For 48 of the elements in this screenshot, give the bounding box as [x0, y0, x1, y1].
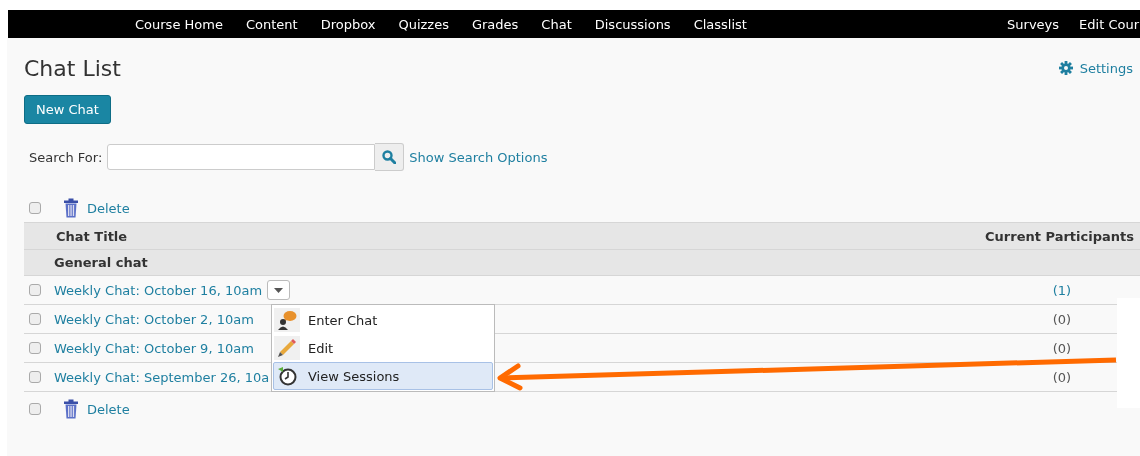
trash-icon [63, 399, 79, 419]
participants-count[interactable]: (1) [1042, 282, 1082, 298]
delete-link[interactable]: Delete [63, 399, 130, 419]
clock-icon [277, 366, 297, 386]
row-checkbox[interactable] [29, 371, 41, 383]
group-heading: General chat [54, 255, 148, 270]
column-header: Chat Title [56, 228, 128, 244]
chat-link[interactable]: Weekly Chat: October 16, 10am [54, 282, 263, 298]
row-checkbox[interactable] [29, 313, 41, 325]
nav-link[interactable]: Chat [541, 16, 572, 32]
nav-link[interactable]: Surveys [1007, 16, 1060, 32]
pencil-icon [277, 338, 297, 358]
menu-item[interactable]: View Sessions [273, 362, 493, 390]
row-checkbox[interactable] [29, 342, 41, 354]
select-all-checkbox[interactable] [29, 403, 41, 415]
nav-link[interactable]: Grades [471, 16, 519, 32]
menu-item[interactable]: Edit [273, 334, 493, 362]
select-all-checkbox[interactable] [29, 202, 41, 214]
search-field[interactable] [107, 144, 376, 170]
participants-count: (0) [1051, 340, 1073, 356]
actions-dropdown-button[interactable] [267, 280, 291, 300]
chat-link[interactable]: Weekly Chat: October 2, 10am [54, 311, 254, 327]
search-button[interactable] [375, 143, 405, 171]
row-checkbox[interactable] [29, 284, 41, 296]
delete-link[interactable]: Delete [63, 198, 130, 218]
participants-count: (0) [1051, 311, 1073, 327]
caret-icon [274, 287, 284, 293]
nav-link[interactable]: Discussions [594, 16, 671, 32]
nav-link[interactable]: Classlist [693, 16, 747, 32]
speech-bubble-person-icon [277, 310, 297, 330]
search-options-link[interactable]: Show Search Options [409, 149, 548, 165]
chat-link[interactable]: Weekly Chat: September 26, 10a [54, 369, 270, 385]
nav-link[interactable]: Course Home [135, 16, 223, 32]
nav-link[interactable]: Content [245, 16, 298, 32]
search-icon [382, 150, 397, 164]
trash-icon [63, 198, 79, 218]
nav-link[interactable]: Edit Cour [1079, 16, 1139, 32]
participants-count: (0) [1051, 369, 1073, 385]
page-title: Chat List [24, 55, 121, 81]
nav-link[interactable]: Quizzes [398, 16, 449, 32]
column-header: Current Participants [985, 228, 1134, 244]
nav-link[interactable]: Dropbox [320, 16, 376, 32]
menu-item[interactable]: Enter Chat [273, 306, 493, 334]
chat-link[interactable]: Weekly Chat: October 9, 10am [54, 340, 254, 356]
new-chat-button[interactable]: New Chat [24, 95, 111, 124]
settings-icon [1058, 61, 1073, 75]
search-label: Search For: [29, 149, 103, 165]
settings-link[interactable]: Settings [1058, 60, 1133, 76]
